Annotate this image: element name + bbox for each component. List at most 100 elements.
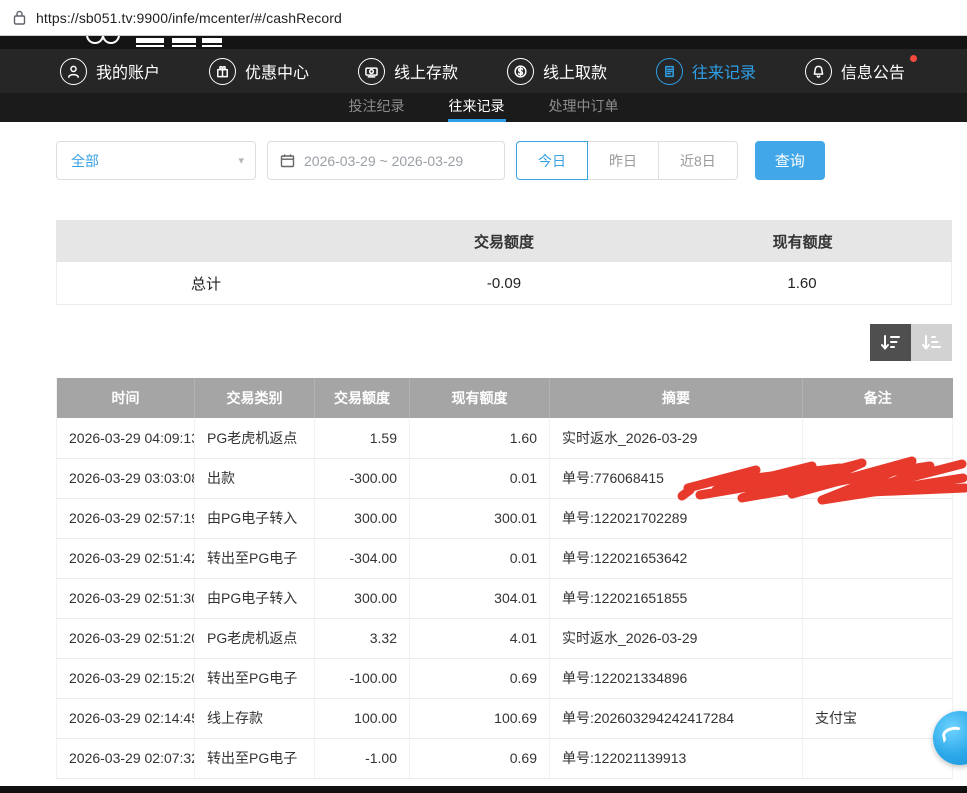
table-cell: 转出至PG电子 — [195, 658, 315, 698]
deposit-icon — [358, 58, 385, 85]
header-summary: 摘要 — [550, 378, 803, 418]
summary-table: 交易额度 现有额度 总计 -0.09 1.60 — [56, 220, 952, 305]
nav-item-transaction-records[interactable]: 往来记录 — [656, 58, 756, 85]
nav-item-my-account[interactable]: 我的账户 — [60, 58, 160, 85]
table-cell — [803, 418, 953, 458]
logo-glyph — [136, 38, 164, 47]
tab-transaction-records[interactable]: 往来记录 — [448, 93, 506, 122]
tab-pending-orders[interactable]: 处理中订单 — [548, 93, 620, 122]
site-logo-partial — [0, 36, 967, 49]
table-cell: 0.01 — [410, 538, 550, 578]
table-cell: 3.32 — [315, 618, 410, 658]
filter-row: 全部 ▾ 2026-03-29 ~ 2026-03-29 今日 昨日 近8日 查… — [56, 141, 825, 180]
logo-glyph — [172, 38, 196, 47]
today-button[interactable]: 今日 — [516, 141, 588, 180]
records-table-body: 2026-03-29 04:09:13PG老虎机返点1.591.60实时返水_2… — [57, 418, 953, 778]
table-cell: 单号:122021334896 — [550, 658, 803, 698]
table-cell: 单号:776068415 — [550, 458, 803, 498]
table-cell: 300.00 — [315, 578, 410, 618]
table-cell: PG老虎机返点 — [195, 618, 315, 658]
yesterday-button[interactable]: 昨日 — [587, 141, 659, 180]
bell-icon — [805, 58, 832, 85]
nav-item-announcements[interactable]: 信息公告 — [805, 58, 905, 85]
table-cell: 2026-03-29 02:15:20 — [57, 658, 195, 698]
summary-header-balance: 现有额度 — [653, 231, 952, 252]
nav-label: 优惠中心 — [245, 59, 309, 83]
type-select-value: 全部 — [71, 151, 99, 171]
chevron-down-icon: ▾ — [238, 154, 244, 167]
lock-icon — [13, 10, 26, 25]
table-cell — [803, 498, 953, 538]
summary-balance-total: 1.60 — [653, 275, 951, 292]
sort-ascending-button[interactable] — [911, 324, 952, 361]
header-trade-amount: 交易额度 — [315, 378, 410, 418]
table-cell: 1.59 — [315, 418, 410, 458]
summary-trade-total: -0.09 — [355, 275, 653, 292]
sub-nav: 投注纪录 往来记录 处理中订单 — [0, 93, 967, 122]
logo-glyph — [202, 38, 222, 47]
table-cell: 单号:122021653642 — [550, 538, 803, 578]
table-row: 2026-03-29 02:51:20PG老虎机返点3.324.01实时返水_2… — [57, 618, 953, 658]
tab-bet-records[interactable]: 投注纪录 — [348, 93, 406, 122]
table-cell — [803, 578, 953, 618]
main-nav: 我的账户 优惠中心 线上存款 线上取款 往来记录 信息公告 — [0, 49, 967, 93]
table-cell: -1.00 — [315, 738, 410, 778]
table-cell: PG老虎机返点 — [195, 418, 315, 458]
table-cell: 由PG电子转入 — [195, 578, 315, 618]
table-cell: 2026-03-29 02:51:30 — [57, 578, 195, 618]
table-cell — [803, 538, 953, 578]
header-remark: 备注 — [803, 378, 953, 418]
table-cell — [803, 618, 953, 658]
table-cell: 2026-03-29 02:14:45 — [57, 698, 195, 738]
table-cell: 2026-03-29 04:09:13 — [57, 418, 195, 458]
notification-badge — [910, 55, 917, 62]
header-type: 交易类别 — [195, 378, 315, 418]
header-time: 时间 — [57, 378, 195, 418]
table-row: 2026-03-29 04:09:13PG老虎机返点1.591.60实时返水_2… — [57, 418, 953, 458]
nav-label: 我的账户 — [96, 59, 160, 83]
summary-header-trade: 交易额度 — [355, 231, 654, 252]
table-cell: 2026-03-29 02:07:32 — [57, 738, 195, 778]
summary-total-row: 总计 -0.09 1.60 — [56, 262, 952, 305]
table-cell: 2026-03-29 02:57:19 — [57, 498, 195, 538]
table-cell: 转出至PG电子 — [195, 538, 315, 578]
type-select[interactable]: 全部 ▾ — [56, 141, 256, 180]
table-cell: 单号:202603294242417284 — [550, 698, 803, 738]
sort-descending-button[interactable] — [870, 324, 911, 361]
table-cell: 实时返水_2026-03-29 — [550, 618, 803, 658]
summary-header-row: 交易额度 现有额度 — [56, 220, 952, 262]
search-button[interactable]: 查询 — [755, 141, 825, 180]
last-8-days-button[interactable]: 近8日 — [658, 141, 738, 180]
nav-item-deposit[interactable]: 线上存款 — [358, 58, 458, 85]
table-cell: -300.00 — [315, 458, 410, 498]
withdraw-icon — [507, 58, 534, 85]
calendar-icon — [280, 153, 295, 168]
table-row: 2026-03-29 02:51:42转出至PG电子-304.000.01单号:… — [57, 538, 953, 578]
table-cell: 2026-03-29 02:51:42 — [57, 538, 195, 578]
table-cell: 线上存款 — [195, 698, 315, 738]
browser-address-bar[interactable]: https://sb051.tv:9900/infe/mcenter/#/cas… — [0, 0, 967, 36]
nav-label: 线上取款 — [543, 59, 607, 83]
table-cell: 出款 — [195, 458, 315, 498]
chat-swoosh-icon — [941, 725, 965, 743]
table-header-row: 时间 交易类别 交易额度 现有额度 摘要 备注 — [57, 378, 953, 418]
table-cell: 1.60 — [410, 418, 550, 458]
records-table: 时间 交易类别 交易额度 现有额度 摘要 备注 2026-03-29 04:09… — [56, 378, 953, 779]
table-cell: 单号:122021702289 — [550, 498, 803, 538]
records-icon — [656, 58, 683, 85]
url-text[interactable]: https://sb051.tv:9900/infe/mcenter/#/cas… — [36, 10, 342, 26]
table-row: 2026-03-29 02:15:20转出至PG电子-100.000.69单号:… — [57, 658, 953, 698]
date-range-value: 2026-03-29 ~ 2026-03-29 — [304, 153, 463, 169]
table-cell: 100.69 — [410, 698, 550, 738]
table-cell: 0.69 — [410, 658, 550, 698]
logo-ring-icon — [102, 36, 120, 44]
table-row: 2026-03-29 02:07:32转出至PG电子-1.000.69单号:12… — [57, 738, 953, 778]
table-cell — [803, 738, 953, 778]
nav-label: 信息公告 — [841, 59, 905, 83]
sort-toolbar — [56, 324, 952, 361]
nav-item-promotions[interactable]: 优惠中心 — [209, 58, 309, 85]
gift-icon — [209, 58, 236, 85]
nav-item-withdraw[interactable]: 线上取款 — [507, 58, 607, 85]
table-cell: 2026-03-29 02:51:20 — [57, 618, 195, 658]
date-range-input[interactable]: 2026-03-29 ~ 2026-03-29 — [267, 141, 505, 180]
